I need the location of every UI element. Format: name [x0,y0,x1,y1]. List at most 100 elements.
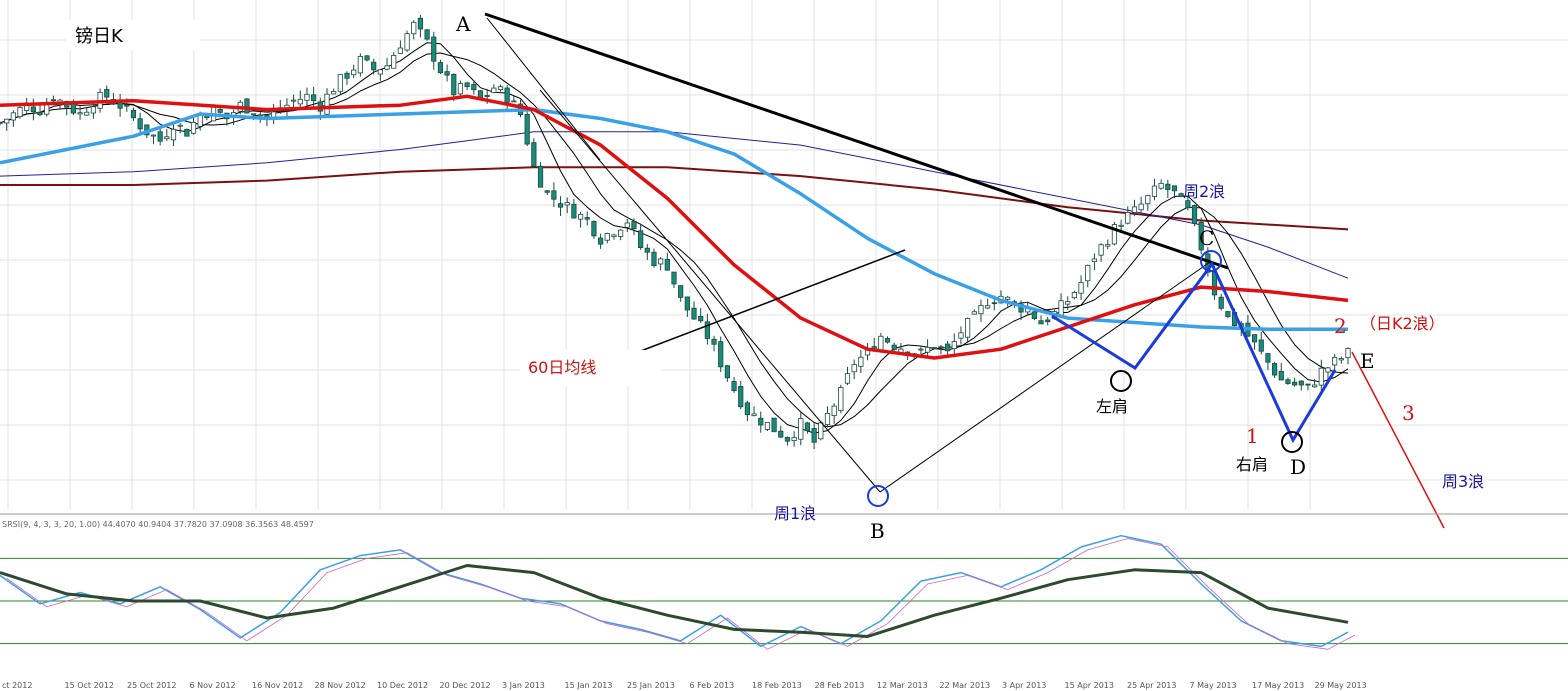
candle-body [958,332,964,339]
candle-body [1218,296,1224,309]
candle-body [411,21,417,35]
candle-body [611,234,617,238]
candle-body [744,402,751,416]
candle-body [137,118,143,130]
point-e-label: E [1360,349,1375,373]
x-tick-label: 18 Feb 2013 [752,681,802,690]
candle-body [431,36,437,62]
ma60-label: 60日均线 [528,358,596,377]
candle-body [1318,367,1324,386]
candle-body [664,258,670,271]
candle-body [184,128,190,137]
candle-body [250,113,257,116]
candle-body [1031,311,1037,320]
left-shoulder-label: 左肩 [1096,397,1128,416]
candle-body [858,356,864,367]
x-tick-label: 3 Jan 2013 [502,681,545,690]
candle-body [37,111,43,116]
candle-body [1225,311,1231,317]
candle-body [564,202,570,206]
candle-body [437,62,444,74]
candle-body [190,122,197,134]
candle-body [851,364,857,373]
candle-body [884,338,891,343]
candle-body [551,190,557,200]
candle-body [784,436,791,442]
candle-body [1131,206,1138,213]
candle-body [84,111,90,116]
candle-body [804,422,811,432]
candle-body [1285,379,1291,384]
x-tick-label: 15 Jan 2013 [565,681,613,690]
candle-body [1345,348,1351,359]
candle-body [691,307,697,320]
x-tick-label: 29 May 2013 [1315,681,1367,690]
candle-body [404,33,410,51]
x-tick-label: 17 May 2013 [1252,681,1304,690]
candle-body [1265,353,1271,363]
candle-body [377,69,383,75]
candle-body [724,365,730,379]
point-c-label: C [1199,226,1214,250]
point-d-label: D [1290,455,1306,479]
candle-body [44,103,50,115]
candle-body [824,412,831,425]
candle-body [1292,381,1298,386]
candle-body [1078,282,1084,294]
candle-body [491,87,497,93]
x-tick-label: 25 Apr 2013 [1127,681,1176,690]
price-chart: ct 2012 15 Oct 2012 25 Oct 2012 6 Nov 2012 1… [0,0,1568,691]
candle-body [70,103,77,114]
candle-body [818,422,824,440]
candle-body [244,98,250,114]
candle-body [838,387,844,411]
candle-body [1151,185,1158,197]
candle-body [1138,203,1144,211]
candle-body [177,124,183,127]
chart-title: 镑日K [75,26,124,47]
candle-body [471,84,477,91]
candle-body [424,29,430,40]
candle-body [624,222,630,228]
candle-body [751,413,757,417]
wave-num-1: 1 [1246,424,1259,448]
candle-body [417,17,424,30]
candle-body [324,93,330,115]
candle-body [1278,371,1284,381]
x-tick-label: 15 Oct 2012 [65,681,114,690]
x-tick-label: 20 Dec 2012 [440,681,491,690]
candle-body [164,136,170,140]
candle-body [384,65,390,70]
candle-body [331,91,337,95]
candle-body [351,69,357,76]
x-tick-label: 7 May 2013 [1190,681,1237,690]
candle-body [671,271,677,285]
candle-body [571,203,577,219]
candle-body [130,109,137,119]
chart-background [0,0,1568,691]
candle-body [924,346,931,353]
candle-body [1045,319,1051,323]
x-tick-label: 22 Mar 2013 [940,681,991,690]
candle-body [891,344,897,350]
x-tick-label: 3 Apr 2013 [1002,681,1046,690]
candle-body [124,104,130,107]
candle-body [157,131,163,142]
candle-body [771,417,777,433]
candle-body [451,74,457,96]
candle-body [1145,195,1151,205]
candle-body [397,47,403,54]
candle-body [297,98,303,105]
candle-body [537,165,544,188]
candle-body [1071,292,1077,299]
candle-body [577,213,584,220]
candle-body [170,128,177,141]
candle-body [698,316,704,322]
x-tick-label: 16 Nov 2012 [252,681,303,690]
candle-body [497,86,504,90]
candle-body [731,381,737,392]
candle-body [1298,380,1304,386]
wave-num-2: 2 [1334,314,1347,338]
x-tick-label: 15 Apr 2013 [1065,681,1114,690]
candle-body [1005,296,1011,300]
